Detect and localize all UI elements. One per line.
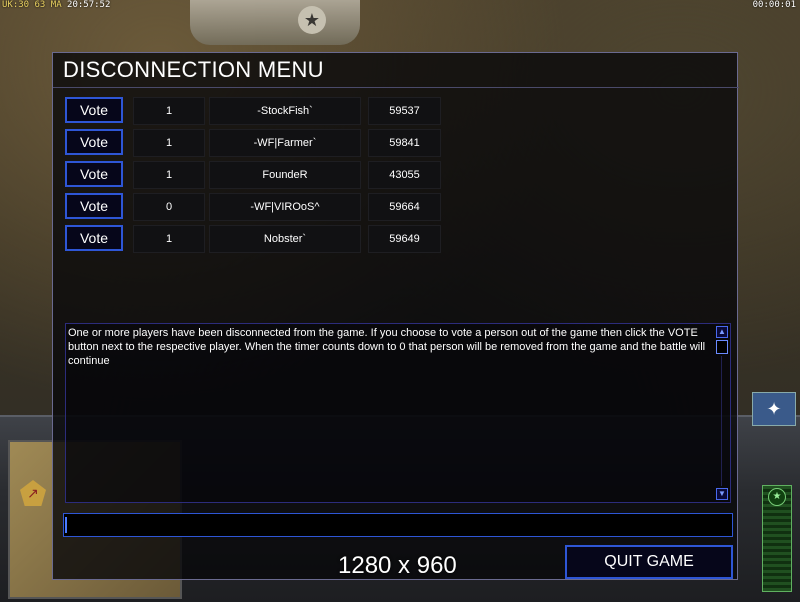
base-building: ★	[190, 0, 360, 45]
title-divider	[53, 87, 739, 88]
player-name: -WF|VIROoS^	[209, 193, 361, 221]
vote-button[interactable]: Vote	[65, 225, 123, 251]
player-name: -StockFish`	[209, 97, 361, 125]
hud-stat-a: UK:30	[2, 0, 30, 10]
hud-clock: 20:57:52	[67, 0, 111, 10]
player-timer: 59841	[368, 129, 441, 157]
hud-game-timer: 00:00:01	[752, 0, 796, 10]
vote-button[interactable]: Vote	[65, 97, 123, 123]
scroll-track	[721, 356, 722, 486]
text-cursor	[65, 517, 67, 533]
quit-game-button[interactable]: QUIT GAME	[565, 545, 733, 579]
vote-button[interactable]: Vote	[65, 161, 123, 187]
hud-stat-b: 63	[34, 0, 46, 10]
message-text: One or more players have been disconnect…	[68, 327, 706, 367]
vote-count: 0	[133, 193, 205, 221]
player-name: -WF|Farmer`	[209, 129, 361, 157]
disconnection-dialog: DISCONNECTION MENU Vote 1 -StockFish` 59…	[52, 52, 739, 580]
vote-count: 1	[133, 161, 205, 189]
star-emblem-icon: ★	[298, 6, 326, 34]
scroll-thumb[interactable]	[716, 340, 728, 354]
player-name: Nobster`	[209, 225, 361, 253]
hud-status-left: UK:30 63 MA 20:57:52	[2, 0, 110, 10]
hud-stat-c: MA	[50, 0, 62, 10]
player-timer: 59649	[368, 225, 441, 253]
message-scrollbar[interactable]: ▲ ▼	[716, 326, 728, 500]
dialog-title: DISCONNECTION MENU	[63, 57, 324, 82]
player-timer: 59664	[368, 193, 441, 221]
resolution-overlay: 1280 x 960	[338, 552, 457, 579]
message-box[interactable]: One or more players have been disconnect…	[65, 323, 731, 503]
player-timer: 43055	[368, 161, 441, 189]
vote-button[interactable]: Vote	[65, 193, 123, 219]
chevron-up-icon[interactable]: ▲	[716, 326, 728, 338]
vote-button[interactable]: Vote	[65, 129, 123, 155]
chat-input[interactable]	[63, 513, 733, 537]
vote-count: 1	[133, 225, 205, 253]
player-name: FoundeR	[209, 161, 361, 189]
player-timer: 59537	[368, 97, 441, 125]
rank-star-icon: ★	[768, 488, 786, 506]
satellite-icon[interactable]: ✦	[752, 392, 796, 426]
vote-count: 1	[133, 97, 205, 125]
chevron-down-icon[interactable]: ▼	[716, 488, 728, 500]
vote-count: 1	[133, 129, 205, 157]
